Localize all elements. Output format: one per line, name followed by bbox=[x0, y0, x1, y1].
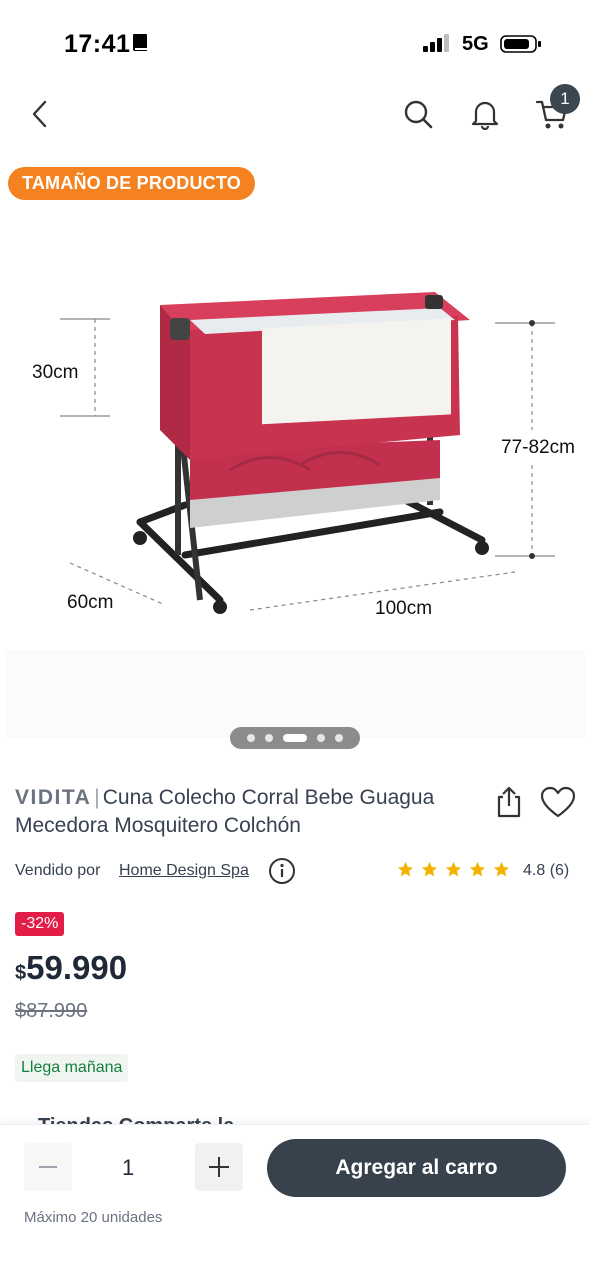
search-button[interactable] bbox=[398, 94, 438, 134]
minus-icon bbox=[39, 1166, 57, 1168]
bell-icon bbox=[471, 101, 499, 130]
status-bar: 17:41 5G bbox=[0, 0, 590, 80]
gallery-dot[interactable] bbox=[247, 734, 255, 742]
brand-name[interactable]: VIDITA bbox=[15, 786, 91, 809]
gallery-dot-active[interactable] bbox=[283, 734, 307, 742]
plus-icon bbox=[209, 1157, 229, 1177]
info-icon[interactable] bbox=[268, 857, 296, 885]
dimension-height-side: 30cm bbox=[32, 362, 79, 383]
gallery-pagination[interactable] bbox=[230, 727, 360, 749]
top-nav bbox=[0, 80, 590, 150]
dimension-depth: 60cm bbox=[67, 592, 114, 613]
quantity-increase-button[interactable] bbox=[195, 1143, 243, 1191]
star-icon bbox=[421, 861, 438, 877]
original-price: $87.990 bbox=[15, 1000, 88, 1022]
dimension-height-total: 77-82cm bbox=[501, 437, 575, 458]
back-button[interactable] bbox=[20, 94, 60, 134]
delivery-badge: Llega mañana bbox=[15, 1054, 129, 1082]
notifications-button[interactable] bbox=[465, 94, 505, 134]
gallery-dot[interactable] bbox=[335, 734, 343, 742]
add-to-cart-button[interactable]: Agregar al carro bbox=[267, 1139, 566, 1197]
sold-by-label: Vendido por bbox=[15, 862, 101, 879]
star-icon bbox=[469, 861, 486, 877]
add-to-cart-bar: 1 Agregar al carro Máximo 20 unidades bbox=[0, 1124, 590, 1280]
rating-stars[interactable] bbox=[397, 861, 510, 878]
star-icon bbox=[397, 861, 414, 877]
quantity-decrease-button[interactable] bbox=[24, 1143, 72, 1191]
discount-badge: -32% bbox=[15, 912, 65, 936]
current-price: $59.990 bbox=[15, 949, 128, 986]
star-icon bbox=[493, 861, 510, 877]
signal-icon bbox=[423, 34, 449, 52]
search-icon bbox=[404, 100, 433, 129]
dimension-width: 100cm bbox=[375, 598, 433, 619]
status-time: 17:41 bbox=[64, 30, 131, 58]
seller-link[interactable]: Home Design Spa bbox=[119, 862, 249, 880]
crib-image bbox=[60, 292, 555, 614]
share-icon[interactable] bbox=[493, 785, 525, 819]
product-title: VIDITA | Cuna Colecho Corral Bebe Guagua M… bbox=[15, 784, 485, 840]
network-label: 5G bbox=[462, 33, 489, 55]
book-icon bbox=[133, 34, 147, 51]
gallery-dot[interactable] bbox=[265, 734, 273, 742]
star-icon bbox=[445, 861, 462, 877]
heart-icon[interactable] bbox=[540, 786, 576, 820]
size-tag: TAMAÑO DE PRODUCTO bbox=[8, 167, 255, 200]
quantity-value[interactable]: 1 bbox=[122, 1155, 134, 1181]
seller-row: Vendido por Home Design Spa 4.8 (6) bbox=[15, 856, 575, 886]
battery-icon bbox=[500, 35, 541, 53]
brand-separator: | bbox=[94, 786, 100, 809]
max-units-note: Máximo 20 unidades bbox=[24, 1209, 163, 1226]
cart-count-badge: 1 bbox=[550, 84, 580, 114]
gallery-background bbox=[5, 650, 585, 738]
rating-value[interactable]: 4.8 (6) bbox=[523, 862, 569, 880]
chevron-left-icon bbox=[32, 100, 47, 128]
gallery-dot[interactable] bbox=[317, 734, 325, 742]
